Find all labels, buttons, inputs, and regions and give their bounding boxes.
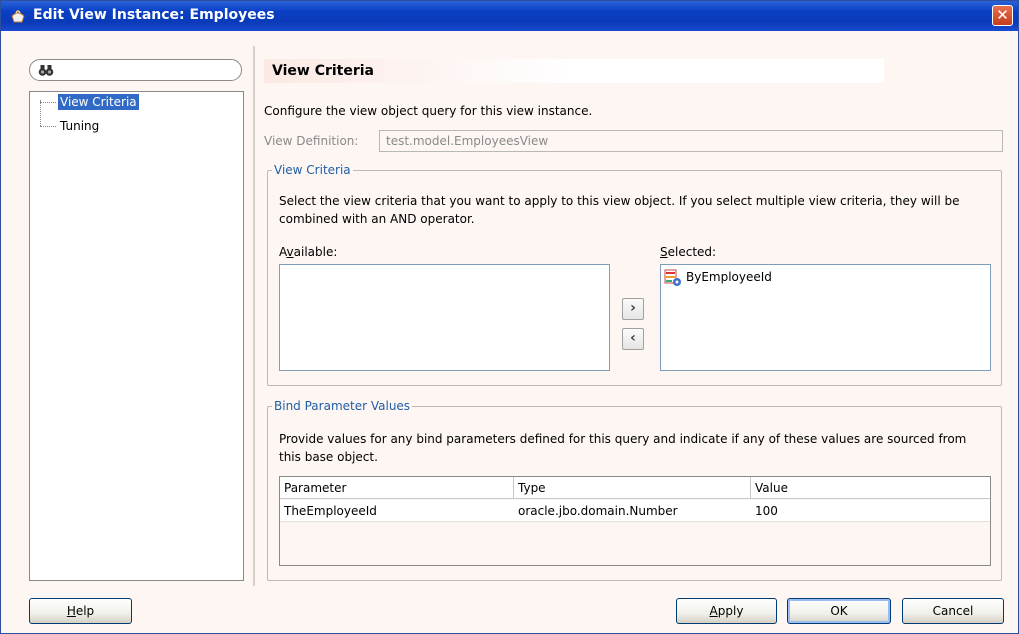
bind-parameters-table: Parameter Type Value TheEmployeeId oracl… xyxy=(279,476,991,566)
page-title: View Criteria xyxy=(264,59,884,83)
bind-instructions: Provide values for any bind parameters d… xyxy=(279,432,967,446)
bind-instructions: this base object. xyxy=(279,450,378,464)
view-definition-field: test.model.EmployeesView xyxy=(379,130,1003,152)
tree-connector xyxy=(40,102,56,103)
view-definition-label: View Definition: xyxy=(264,134,359,148)
panel-divider xyxy=(253,46,255,586)
page-description: Configure the view object query for this… xyxy=(264,104,593,118)
navigator-tree: View Criteria Tuning xyxy=(29,91,244,581)
available-list[interactable] xyxy=(279,264,610,371)
window-title: Edit View Instance: Employees xyxy=(33,7,275,23)
selected-label: Selected: xyxy=(660,245,717,259)
close-icon: ✕ xyxy=(996,6,1009,24)
list-item-label: ByEmployeeId xyxy=(686,270,772,284)
nav-item-view-criteria[interactable]: View Criteria xyxy=(58,94,139,110)
table-row[interactable]: TheEmployeeId oracle.jbo.domain.Number 1… xyxy=(280,500,990,522)
jdeveloper-cup-icon xyxy=(11,10,25,23)
navigator-search-field[interactable] xyxy=(29,59,242,81)
view-criteria-legend: View Criteria xyxy=(272,163,353,177)
binoculars-icon xyxy=(38,65,54,76)
column-header-value[interactable]: Value xyxy=(751,477,990,499)
selected-list[interactable]: ByEmployeeId xyxy=(660,264,991,371)
available-label: Available: xyxy=(279,245,338,259)
view-criteria-instructions: combined with an AND operator. xyxy=(279,212,475,226)
cell-type: oracle.jbo.domain.Number xyxy=(518,504,678,518)
ok-button[interactable]: OK xyxy=(787,598,891,624)
table-header: Parameter Type Value xyxy=(280,477,990,499)
move-left-button[interactable]: ‹ xyxy=(622,328,644,350)
column-header-type[interactable]: Type xyxy=(514,477,751,499)
column-header-parameter[interactable]: Parameter xyxy=(280,477,514,499)
move-right-button[interactable]: › xyxy=(622,298,644,320)
apply-button[interactable]: Apply xyxy=(676,598,777,624)
tree-connector xyxy=(40,100,41,126)
view-criteria-icon xyxy=(664,269,681,286)
bind-parameter-legend: Bind Parameter Values xyxy=(272,399,413,413)
cancel-button[interactable]: Cancel xyxy=(902,598,1004,624)
view-criteria-instructions: Select the view criteria that you want t… xyxy=(279,194,960,208)
nav-item-tuning[interactable]: Tuning xyxy=(58,118,101,134)
cell-parameter: TheEmployeeId xyxy=(284,504,377,518)
help-button[interactable]: Help xyxy=(29,598,132,624)
edit-view-instance-dialog: Edit View Instance: Employees ✕ View Cri… xyxy=(0,0,1019,634)
close-button[interactable]: ✕ xyxy=(992,5,1013,26)
title-bar[interactable]: Edit View Instance: Employees ✕ xyxy=(1,1,1018,31)
cell-value[interactable]: 100 xyxy=(751,500,990,522)
chevron-right-icon: › xyxy=(630,300,636,316)
tree-connector xyxy=(40,126,56,127)
chevron-left-icon: ‹ xyxy=(630,330,636,346)
